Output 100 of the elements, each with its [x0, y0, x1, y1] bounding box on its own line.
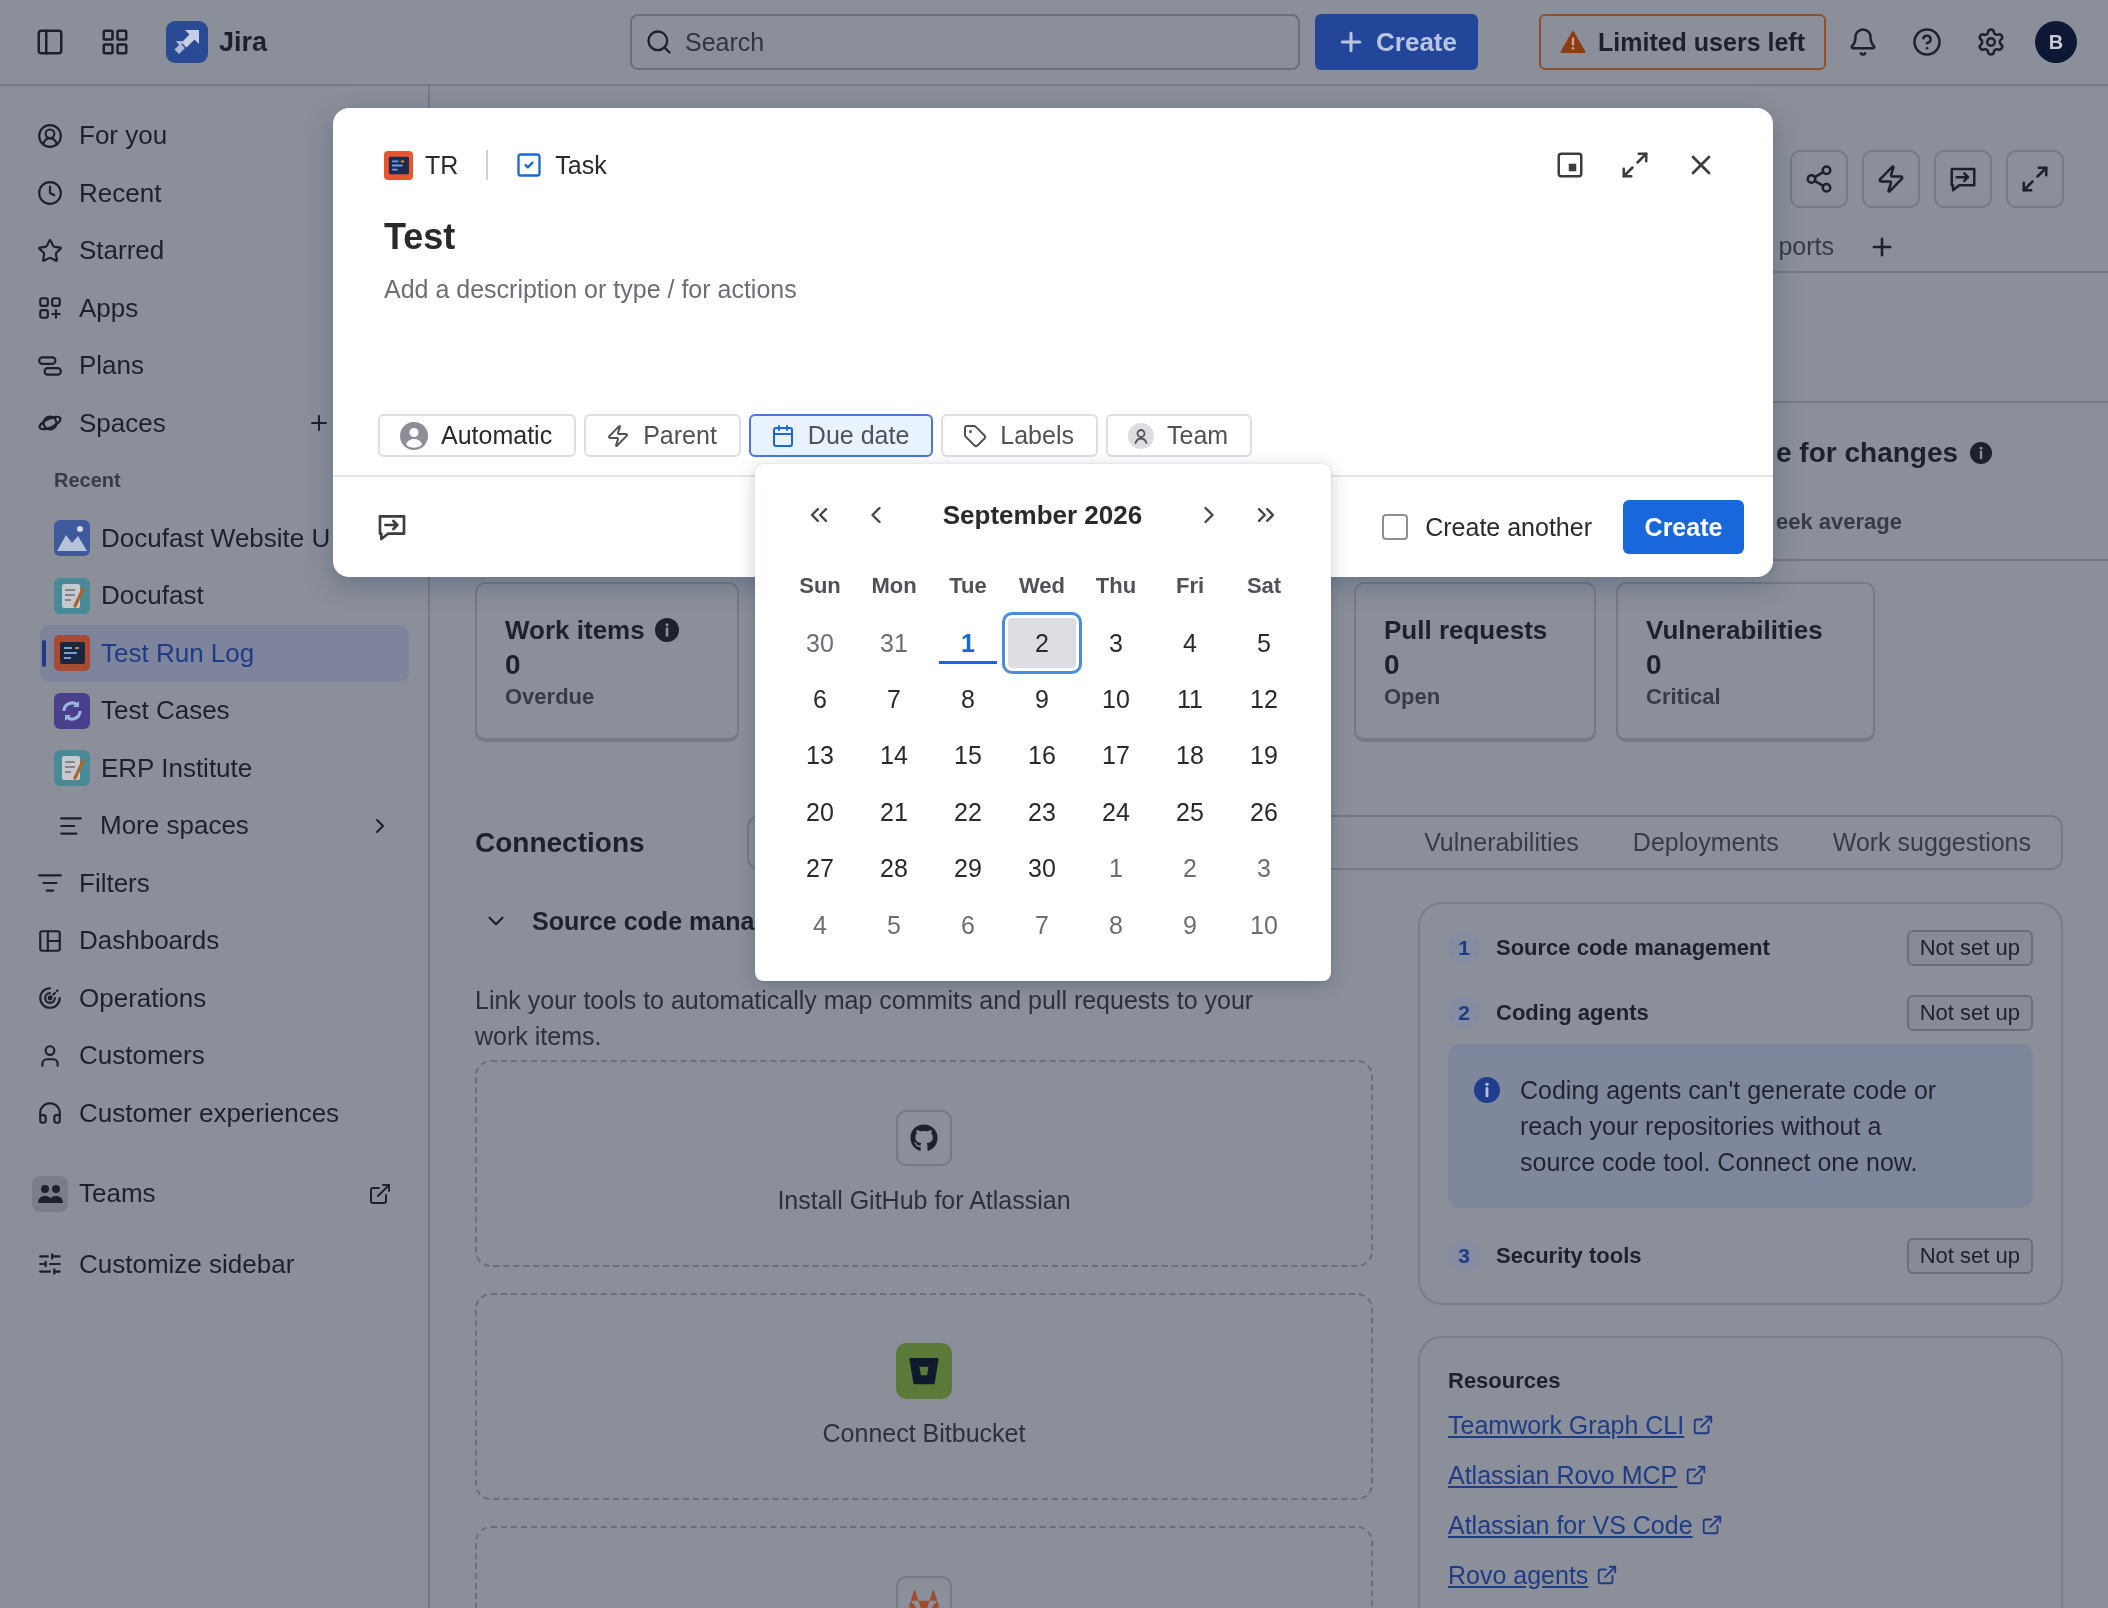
calendar-day[interactable]: 25 — [1155, 785, 1225, 840]
sidebar-item[interactable]: Customize sidebar — [24, 1235, 409, 1293]
sidebar-item[interactable]: Customer experiences — [24, 1084, 409, 1142]
limited-users-button[interactable]: Limited users left — [1539, 14, 1826, 70]
calendar-day[interactable]: 4 — [1155, 616, 1225, 671]
tab[interactable]: ports — [1778, 232, 1834, 261]
calendar-day[interactable]: 30 — [785, 616, 855, 671]
help-icon[interactable] — [1912, 27, 1942, 57]
tab[interactable]: Work suggestions — [1832, 828, 2031, 857]
calendar-day[interactable]: 6 — [785, 672, 855, 727]
calendar-day[interactable]: 8 — [1081, 898, 1151, 953]
checkbox[interactable] — [1382, 514, 1409, 540]
calendar-day[interactable]: 12 — [1229, 672, 1299, 727]
calendar-day[interactable]: 5 — [859, 898, 929, 953]
panel-left-icon[interactable] — [35, 27, 65, 57]
calendar-day[interactable]: 21 — [859, 785, 929, 840]
space-item[interactable]: Docufast — [40, 567, 409, 625]
provider-card[interactable]: Install GitHub for Atlassian — [475, 1060, 1373, 1267]
search-field[interactable]: Search — [630, 14, 1300, 70]
sidebar-item[interactable]: Dashboards — [24, 912, 409, 970]
calendar-day[interactable]: 10 — [1229, 898, 1299, 953]
sidebar-item[interactable]: Operations — [24, 969, 409, 1027]
field-button[interactable]: Labels — [941, 414, 1098, 457]
field-button[interactable]: Automatic — [378, 414, 577, 457]
resource-link[interactable]: Rovo agents — [1448, 1557, 1619, 1593]
calendar-day[interactable]: 2 — [1155, 841, 1225, 896]
calendar-day[interactable]: 23 — [1007, 785, 1077, 840]
calendar-day[interactable]: 7 — [859, 672, 929, 727]
calendar-day[interactable]: 28 — [859, 841, 929, 896]
calendar-day[interactable]: 2 — [1002, 612, 1082, 675]
external-link-icon — [368, 1181, 392, 1206]
field-button[interactable]: Team — [1106, 414, 1253, 457]
calendar-day[interactable]: 26 — [1229, 785, 1299, 840]
calendar-day[interactable]: 1 — [1081, 841, 1151, 896]
tab[interactable]: Vulnerabilities — [1424, 828, 1579, 857]
expand-icon[interactable] — [1620, 150, 1650, 180]
resource-link[interactable]: Teamwork Graph CLI — [1448, 1407, 1715, 1443]
space-item[interactable]: Docufast Website U — [40, 509, 409, 567]
calendar-day[interactable]: 14 — [859, 728, 929, 783]
feedback-button[interactable] — [1934, 150, 1992, 208]
calendar-day[interactable]: 18 — [1155, 728, 1225, 783]
automation-button[interactable] — [1862, 150, 1920, 208]
space-item[interactable]: Test Run Log — [40, 624, 409, 682]
calendar-day[interactable]: 13 — [785, 728, 855, 783]
calendar-day[interactable]: 30 — [1007, 841, 1077, 896]
field-button[interactable]: Due date — [748, 414, 934, 457]
sidebar-item[interactable]: Customers — [24, 1027, 409, 1085]
calendar-day[interactable]: 17 — [1081, 728, 1151, 783]
calendar-day[interactable]: 10 — [1081, 672, 1151, 727]
calendar-day[interactable]: 9 — [1155, 898, 1225, 953]
calendar-day[interactable]: 11 — [1155, 672, 1225, 727]
tab[interactable]: Deployments — [1632, 828, 1779, 857]
create-button[interactable]: Create — [1315, 14, 1478, 70]
external-link-icon — [1700, 1514, 1723, 1536]
calendar-day[interactable]: 29 — [933, 841, 1003, 896]
headphones-icon — [37, 1100, 63, 1127]
settings-icon[interactable] — [1976, 27, 2006, 57]
space-item[interactable]: Test Cases — [40, 682, 409, 740]
sidebar-item[interactable]: More spaces — [40, 797, 409, 855]
logo-icon[interactable] — [166, 21, 208, 63]
calendar-day[interactable]: 6 — [933, 898, 1003, 953]
calendar-day[interactable]: 7 — [1007, 898, 1077, 953]
calendar-day[interactable]: 4 — [785, 898, 855, 953]
share-button[interactable] — [1790, 150, 1848, 208]
resource-link[interactable]: Atlassian for VS Code — [1448, 1507, 1723, 1543]
field-button[interactable]: Parent — [584, 414, 741, 457]
info-icon — [1474, 1077, 1500, 1103]
weekday-label: Wed — [1018, 573, 1065, 599]
calendar-day[interactable]: 3 — [1229, 841, 1299, 896]
calendar-day[interactable]: 5 — [1229, 616, 1299, 671]
notepad-tile-icon — [54, 750, 90, 787]
calendar-day[interactable]: 27 — [785, 841, 855, 896]
search-input[interactable]: Search — [685, 20, 1298, 64]
resource-link[interactable]: Atlassian Rovo MCP — [1448, 1457, 1708, 1493]
calendar-day[interactable]: 19 — [1229, 728, 1299, 783]
section-toggle[interactable]: Source code mana — [475, 895, 755, 947]
work-type-selector[interactable]: Task — [515, 150, 607, 180]
calendar-day[interactable]: 3 — [1081, 616, 1151, 671]
sidebar-item[interactable]: Filters — [24, 854, 409, 912]
space-item[interactable]: ERP Institute — [40, 739, 409, 797]
provider-card[interactable]: Connect Bitbucket — [475, 1293, 1373, 1500]
section-title: e for changes — [1776, 437, 1959, 469]
calendar-day[interactable]: 20 — [785, 785, 855, 840]
weekday-label: Thu — [1095, 573, 1137, 599]
sidebar-item[interactable]: Teams — [24, 1165, 409, 1223]
calendar-day[interactable]: 22 — [933, 785, 1003, 840]
calendar-day[interactable]: 24 — [1081, 785, 1151, 840]
avatar[interactable]: B — [2035, 21, 2077, 63]
calendar-day[interactable]: 16 — [1007, 728, 1077, 783]
calendar-day[interactable]: 15 — [933, 728, 1003, 783]
fullscreen-button[interactable] — [2006, 150, 2064, 208]
calendar-day[interactable]: 8 — [933, 672, 1003, 727]
grid-icon[interactable] — [100, 27, 130, 57]
calendar-day[interactable]: 31 — [859, 616, 929, 671]
bell-icon[interactable] — [1848, 27, 1878, 57]
window-inset-icon[interactable] — [1555, 150, 1585, 180]
calendar-day[interactable]: 9 — [1007, 672, 1077, 727]
calendar-day[interactable]: 1 — [933, 616, 1003, 671]
checked-square-icon — [515, 151, 544, 179]
create-button[interactable]: Create — [1623, 500, 1744, 554]
